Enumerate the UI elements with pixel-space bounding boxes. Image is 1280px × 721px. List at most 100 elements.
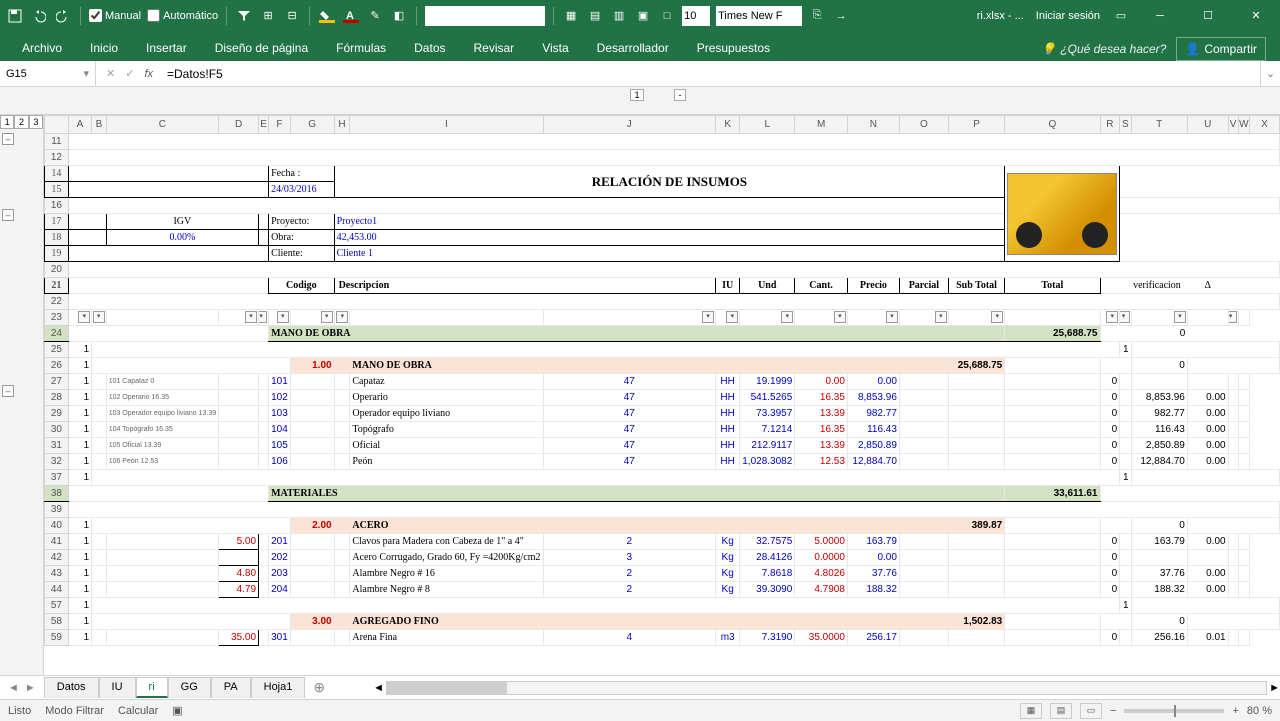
table-row[interactable]: 4115.00201Clavos para Madera con Cabeza …	[45, 534, 1280, 550]
add-sheet-button[interactable]: ⊕	[305, 679, 333, 696]
view-layout[interactable]: ▤	[1050, 703, 1072, 719]
igv-label: IGV	[106, 214, 258, 230]
border3-icon[interactable]: ▥	[610, 7, 628, 25]
table-row[interactable]: 4314.80203Alambre Negro # 162Kg7.86184.8…	[45, 566, 1280, 582]
outline-btn[interactable]: –	[2, 133, 14, 145]
sheet-tab-iu[interactable]: IU	[99, 677, 136, 698]
row-level-2[interactable]: 2	[14, 115, 28, 129]
insert-icon[interactable]: ⎘	[808, 7, 826, 25]
view-normal[interactable]: ▦	[1020, 703, 1042, 719]
status-filter: Modo Filtrar	[45, 705, 104, 717]
row-level-1[interactable]: 1	[0, 115, 14, 129]
row-level-3[interactable]: 3	[29, 115, 43, 129]
sheet-tab-ri[interactable]: ri	[136, 677, 168, 698]
login-link[interactable]: Iniciar sesión	[1036, 10, 1100, 22]
th-und: Und	[740, 278, 795, 294]
border2-icon[interactable]: ▤	[586, 7, 604, 25]
table-row[interactable]: 271101 Capataz 0101Capataz47HH19.19990.0…	[45, 374, 1280, 390]
filter-icon[interactable]	[235, 7, 253, 25]
tab-presupuestos[interactable]: Presupuestos	[683, 35, 784, 61]
table-row[interactable]: 281102 Operario 16.35102Operario47HH541.…	[45, 390, 1280, 406]
th-parcial: Parcial	[899, 278, 948, 294]
view-pagebreak[interactable]: ▭	[1080, 703, 1102, 719]
sheet-nav-next[interactable]: ►	[25, 682, 36, 694]
tab-desarrollador[interactable]: Desarrollador	[583, 35, 683, 61]
column-headers[interactable]: ABCDEFGHIJKLMNOPQRSTUVWX	[45, 116, 1280, 134]
fx-icon[interactable]: fx	[144, 68, 153, 80]
tell-me-search[interactable]: 💡 ¿Qué desea hacer?	[1041, 42, 1166, 56]
share-button[interactable]: 👤 Compartir	[1176, 37, 1266, 61]
sheet-tab-hoja1[interactable]: Hoja1	[251, 677, 306, 698]
font-name-combo[interactable]	[716, 6, 802, 26]
cancel-formula-icon[interactable]: ✕	[106, 67, 115, 80]
section-mano: MANO DE OBRA	[269, 326, 1005, 342]
zoom-out[interactable]: −	[1110, 705, 1116, 717]
ungroup-icon[interactable]: ⊟	[283, 7, 301, 25]
tab-insertar[interactable]: Insertar	[132, 35, 201, 61]
table-row[interactable]: 321106 Peón 12.53106Peón47HH1,028.308212…	[45, 454, 1280, 470]
mano-code: 1.00	[290, 358, 334, 374]
sheet-tab-gg[interactable]: GG	[168, 677, 211, 698]
group-icon[interactable]: ⊞	[259, 7, 277, 25]
table-row[interactable]: 4414.79204Alambre Negro # 82Kg39.30904.7…	[45, 582, 1280, 598]
border-icon[interactable]: ▦	[562, 7, 580, 25]
save-icon[interactable]	[6, 7, 24, 25]
th-total: Total	[1005, 278, 1100, 294]
accept-formula-icon[interactable]: ✓	[125, 67, 134, 80]
col-outline-collapse[interactable]: -	[674, 89, 686, 101]
logo-image	[1005, 166, 1120, 262]
th-desc: Descripcion	[334, 278, 716, 294]
tab-archivo[interactable]: Archivo	[8, 35, 76, 61]
outline-btn[interactable]: –	[2, 385, 14, 397]
minimize-button[interactable]: ─	[1142, 2, 1178, 30]
fecha-label: Fecha :	[269, 166, 335, 182]
tab-vista[interactable]: Vista	[528, 35, 582, 61]
outline-btn[interactable]: –	[2, 209, 14, 221]
fill-color-icon[interactable]	[318, 7, 336, 25]
style-combo[interactable]	[425, 6, 545, 26]
close-button[interactable]: ✕	[1238, 2, 1274, 30]
col-outline-1[interactable]: 1	[630, 89, 644, 101]
maximize-button[interactable]: ☐	[1190, 2, 1226, 30]
fecha-value: 24/03/2016	[269, 182, 335, 198]
redo-icon[interactable]	[54, 7, 72, 25]
table-row[interactable]: 59135.00301Arena Fina4m37.319035.0000256…	[45, 630, 1280, 646]
sheet-tab-pa[interactable]: PA	[211, 677, 251, 698]
clear-icon[interactable]: ◧	[390, 7, 408, 25]
tab-diseno[interactable]: Diseño de página	[201, 35, 322, 61]
table-row[interactable]: 421202Acero Corrugado, Grado 60, Fy =420…	[45, 550, 1280, 566]
proyecto-label: Proyecto:	[269, 214, 335, 230]
font-color-icon[interactable]: A	[342, 7, 360, 25]
tab-formulas[interactable]: Fórmulas	[322, 35, 400, 61]
mat-total: 33,611.61	[1005, 486, 1100, 502]
table-row[interactable]: 301104 Topógrafo 16.35104Topógrafo47HH7.…	[45, 422, 1280, 438]
sheet-nav-prev[interactable]: ◄	[8, 682, 19, 694]
table-row[interactable]: 291103 Operador equipo liviano 13.39103O…	[45, 406, 1280, 422]
undo-icon[interactable]	[30, 7, 48, 25]
font-size-combo[interactable]	[682, 6, 710, 26]
more-icon[interactable]: →	[832, 7, 850, 25]
ribbon-tabs: Archivo Inicio Insertar Diseño de página…	[0, 31, 1280, 61]
manual-checkbox[interactable]: Manual	[89, 9, 141, 22]
name-box[interactable]: G15▾	[0, 61, 96, 86]
zoom-slider[interactable]	[1124, 709, 1224, 713]
tab-datos[interactable]: Datos	[400, 35, 459, 61]
tab-inicio[interactable]: Inicio	[76, 35, 132, 61]
auto-checkbox[interactable]: Automático	[147, 9, 218, 22]
ribbon-options-icon[interactable]: ▭	[1112, 7, 1130, 25]
filter-row[interactable]: 23 ▾▾▾▾▾ ▾▾▾ ▾▾▾▾▾ ▾▾▾ ▾▾	[45, 310, 1280, 326]
format-painter-icon[interactable]: ✎	[366, 7, 384, 25]
zoom-value[interactable]: 80 %	[1247, 705, 1272, 717]
spreadsheet-grid[interactable]: ABCDEFGHIJKLMNOPQRSTUVWX 11 12 14 Fecha …	[44, 115, 1280, 675]
border4-icon[interactable]: ▣	[634, 7, 652, 25]
border5-icon[interactable]: □	[658, 7, 676, 25]
tab-revisar[interactable]: Revisar	[460, 35, 529, 61]
macro-record-icon[interactable]: ▣	[172, 704, 182, 717]
formula-input[interactable]	[163, 67, 1260, 81]
sheet-tab-datos[interactable]: Datos	[44, 677, 99, 698]
table-row[interactable]: 311105 Oficial 13.39105Oficial47HH212.91…	[45, 438, 1280, 454]
expand-formula-bar[interactable]: ⌄	[1260, 61, 1280, 86]
horizontal-scrollbar[interactable]: ◄►	[373, 681, 1280, 695]
status-calc: Calcular	[118, 705, 158, 717]
zoom-in[interactable]: +	[1232, 705, 1238, 717]
